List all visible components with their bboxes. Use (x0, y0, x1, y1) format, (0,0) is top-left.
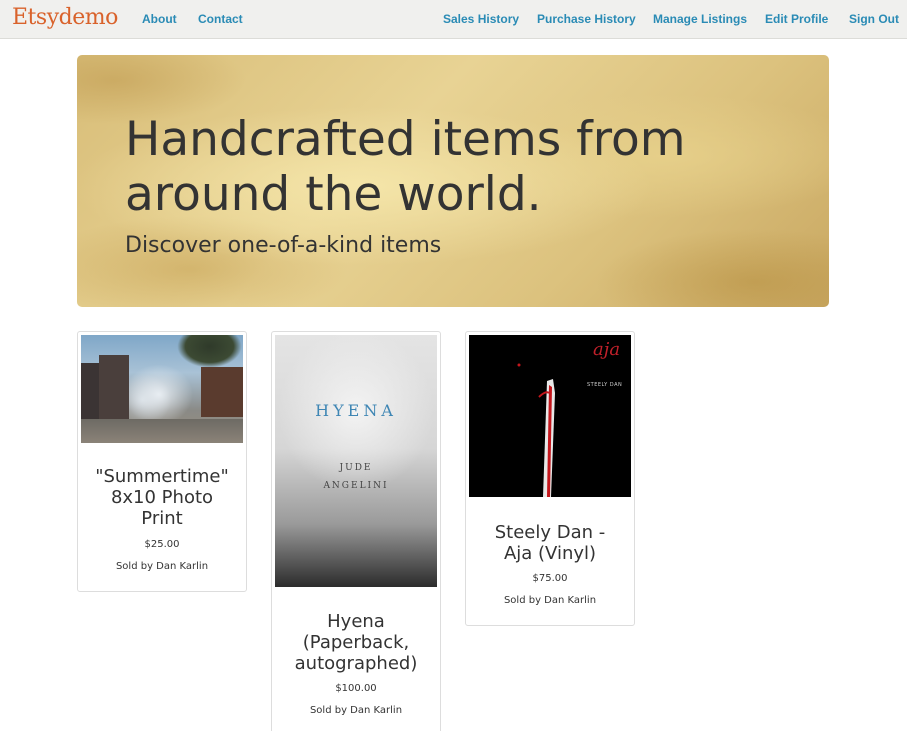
nav-link-purchase-history[interactable]: Purchase History (537, 12, 636, 26)
brand-logo[interactable]: Etsydemo (12, 5, 118, 30)
listing-title-line: Steely Dan - (494, 522, 606, 543)
listing-photo[interactable] (81, 335, 243, 443)
listing-title-line: "Summertime" (95, 466, 229, 487)
nav-link-sales-history[interactable]: Sales History (443, 12, 519, 26)
listing-title-line: autographed) (294, 653, 418, 674)
listing-seller: Sold by Dan Karlin (503, 595, 597, 606)
nav-link-contact[interactable]: Contact (198, 12, 243, 26)
listing-title-line: Aja (Vinyl) (503, 543, 597, 564)
photo-building (99, 355, 129, 425)
listing-card[interactable]: "Summertime" 8x10 Photo Print $25.00 Sol… (77, 331, 247, 592)
album-cover-title: aja (593, 339, 621, 360)
book-cover-author: JUDE (339, 463, 373, 473)
navbar: Etsydemo About Contact Sales History Pur… (0, 0, 907, 39)
nav-link-sign-out[interactable]: Sign Out (849, 12, 899, 26)
photo-building (201, 367, 243, 417)
listing-title[interactable]: "Summertime" 8x10 Photo Print (78, 466, 246, 529)
listing-seller: Sold by Dan Karlin (309, 705, 403, 716)
hero-title-line2: around the world. (125, 167, 542, 222)
listing-price: $25.00 (144, 539, 180, 550)
nav-link-manage-listings[interactable]: Manage Listings (653, 12, 747, 26)
album-cover-artist: STEELY DAN (587, 382, 623, 388)
photo-street (81, 419, 243, 443)
listing-title-line: Hyena (327, 611, 385, 632)
hero-banner: Handcrafted items from around the world.… (77, 55, 829, 307)
listing-card[interactable]: HYENA JUDE ANGELINI Hyena (Paperback, au… (271, 331, 441, 731)
hero-subtitle: Discover one-of-a-kind items (125, 233, 442, 258)
hero-title-line1: Handcrafted items from (125, 112, 686, 167)
listing-price: $75.00 (532, 573, 568, 584)
listing-title-line: (Paperback, (302, 632, 410, 653)
listing-title-line: 8x10 Photo (110, 487, 214, 508)
listing-card[interactable]: aja STEELY DAN Steely Dan - Aja (Vinyl) … (465, 331, 635, 626)
listing-title-line: Print (141, 508, 183, 529)
listing-title[interactable]: Steely Dan - Aja (Vinyl) (466, 522, 634, 564)
hero-title: Handcrafted items from around the world. (125, 112, 785, 222)
listing-photo[interactable]: HYENA JUDE ANGELINI (275, 335, 437, 587)
listing-title[interactable]: Hyena (Paperback, autographed) (272, 611, 440, 674)
listing-price: $100.00 (335, 683, 377, 694)
book-cover-author: ANGELINI (323, 481, 389, 491)
listing-photo[interactable]: aja STEELY DAN (469, 335, 631, 497)
nav-link-about[interactable]: About (142, 12, 177, 26)
listing-seller: Sold by Dan Karlin (115, 561, 209, 572)
book-cover-title: HYENA (315, 401, 397, 420)
nav-link-edit-profile[interactable]: Edit Profile (765, 12, 828, 26)
